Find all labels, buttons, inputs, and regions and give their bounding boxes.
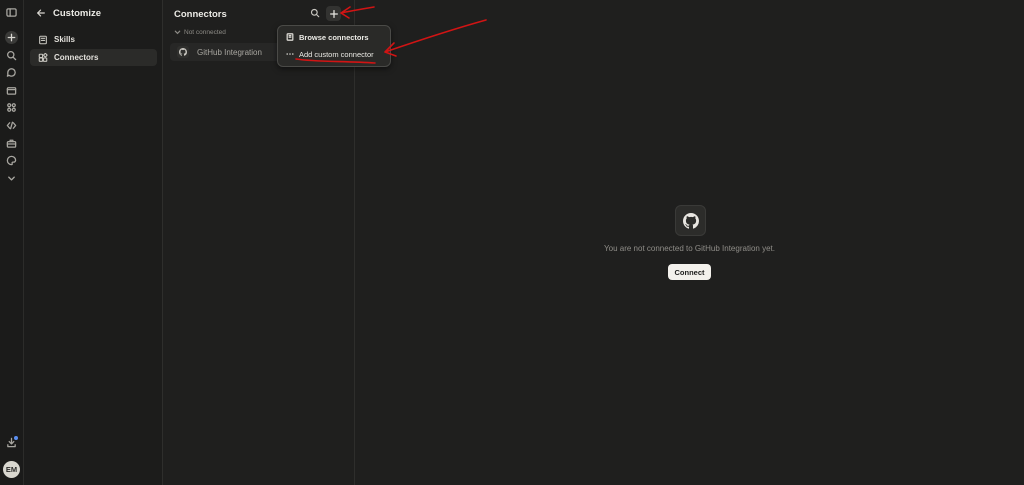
not-connected-message: You are not connected to GitHub Integrat… bbox=[604, 244, 775, 253]
chevron-down-icon[interactable] bbox=[5, 172, 18, 185]
nav-item-label: Skills bbox=[54, 35, 75, 44]
chats-icon[interactable] bbox=[5, 66, 18, 79]
customize-icon[interactable] bbox=[5, 137, 18, 150]
page-title: Customize bbox=[53, 8, 102, 19]
section-not-connected[interactable]: Not connected bbox=[174, 29, 226, 36]
palette-icon[interactable] bbox=[5, 154, 18, 167]
skills-icon bbox=[39, 35, 47, 44]
connectors-title: Connectors bbox=[174, 9, 227, 20]
github-icon bbox=[177, 46, 189, 58]
connect-button[interactable]: Connect bbox=[668, 264, 711, 280]
book-icon bbox=[286, 33, 294, 41]
code-icon[interactable] bbox=[5, 119, 18, 132]
artifacts-icon[interactable] bbox=[5, 101, 18, 114]
customize-panel: Customize Skills Connectors bbox=[24, 0, 163, 485]
github-icon bbox=[675, 205, 706, 236]
nav-item-skills[interactable]: Skills bbox=[30, 31, 157, 48]
connectors-icon bbox=[38, 52, 48, 62]
search-icon[interactable] bbox=[310, 8, 322, 20]
add-connector-button[interactable] bbox=[326, 6, 341, 21]
new-chat-icon[interactable] bbox=[5, 31, 18, 44]
avatar[interactable]: EM bbox=[3, 461, 20, 478]
chevron-down-icon bbox=[174, 30, 181, 35]
menu-item-browse-connectors[interactable]: Browse connectors bbox=[278, 29, 390, 45]
add-connector-menu: Browse connectors Add custom connector bbox=[277, 25, 391, 67]
menu-item-label: Browse connectors bbox=[299, 32, 369, 42]
nav-item-connectors[interactable]: Connectors bbox=[30, 49, 157, 66]
notification-dot bbox=[14, 436, 18, 440]
connector-detail: You are not connected to GitHub Integrat… bbox=[355, 0, 1024, 485]
connector-name: GitHub Integration bbox=[197, 47, 262, 57]
plus-icon bbox=[329, 9, 338, 18]
menu-item-label: Add custom connector bbox=[299, 49, 374, 59]
projects-icon[interactable] bbox=[5, 84, 18, 97]
connectors-panel: Connectors Not connected GitHub Integrat… bbox=[163, 0, 355, 485]
section-label: Not connected bbox=[184, 29, 226, 36]
menu-item-add-custom-connector[interactable]: Add custom connector bbox=[278, 46, 390, 62]
icon-rail: EM bbox=[0, 0, 24, 485]
more-dots-icon bbox=[286, 53, 294, 55]
nav-item-label: Connectors bbox=[54, 53, 99, 62]
back-arrow-icon[interactable] bbox=[36, 8, 47, 19]
search-icon[interactable] bbox=[5, 49, 18, 62]
sidebar-toggle-icon[interactable] bbox=[5, 6, 18, 19]
